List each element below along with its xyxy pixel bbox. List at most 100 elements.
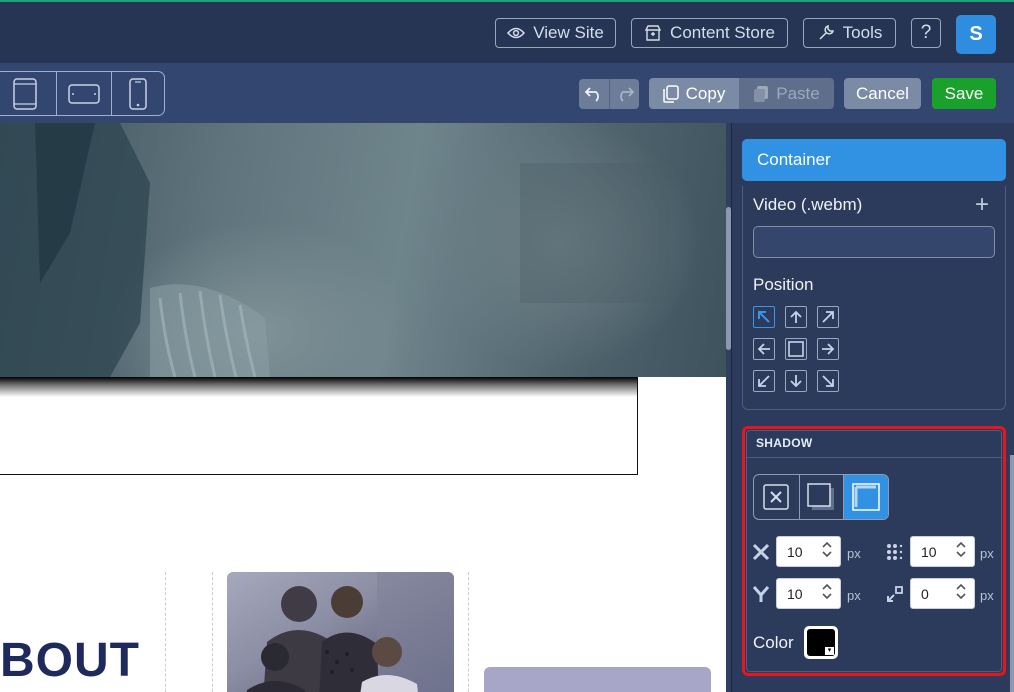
avatar-initial: S: [969, 23, 983, 45]
position-bottom-right-button[interactable]: [817, 370, 839, 392]
position-top-left-button[interactable]: [753, 306, 775, 328]
cancel-button[interactable]: Cancel: [844, 78, 921, 109]
content-store-button[interactable]: Content Store: [631, 18, 788, 48]
y-offset-icon: [751, 584, 771, 604]
tablet-landscape-icon: [68, 83, 100, 104]
help-button[interactable]: ?: [911, 18, 941, 48]
chevron-up-icon: [822, 542, 832, 548]
position-center-button[interactable]: [785, 338, 807, 360]
redo-button[interactable]: [609, 79, 639, 109]
shadow-x-stepper[interactable]: [822, 542, 832, 557]
video-url-input[interactable]: [753, 226, 995, 258]
redo-icon: [619, 87, 634, 102]
content-card[interactable]: [484, 667, 711, 692]
shadow-none-button[interactable]: [754, 475, 799, 519]
team-photo-image: [246, 572, 454, 692]
inner-shadow-icon: [852, 483, 880, 511]
divider: [747, 457, 1001, 458]
chevron-down-icon: [822, 551, 832, 557]
shadow-spread-input[interactable]: 0: [910, 578, 975, 609]
copy-label: Copy: [685, 83, 726, 103]
history-group: [579, 79, 639, 109]
square-icon: [788, 341, 804, 357]
device-tablet-portrait-button[interactable]: [0, 72, 56, 115]
shadow-x-input[interactable]: 10: [776, 536, 841, 567]
arrow-down-icon: [790, 375, 802, 388]
phone-icon: [129, 77, 147, 110]
arrow-down-right-icon: [822, 375, 834, 387]
shadow-inner-button[interactable]: [843, 475, 888, 519]
position-left-button[interactable]: [753, 338, 775, 360]
x-offset-icon: [751, 542, 771, 562]
shadowed-container[interactable]: [0, 377, 638, 475]
view-site-label: View Site: [533, 23, 604, 42]
shadow-blur-stepper[interactable]: [956, 542, 966, 557]
shadow-spread-value: 0: [921, 585, 929, 602]
paste-icon: [754, 85, 769, 102]
chevron-down-icon: [956, 593, 966, 599]
unit-label: px: [847, 546, 861, 561]
position-right-button[interactable]: [817, 338, 839, 360]
chevron-up-icon: [956, 584, 966, 590]
device-switcher: [0, 71, 165, 116]
device-phone-button[interactable]: [110, 72, 164, 115]
panel-title: Container: [757, 150, 831, 169]
chevron-up-icon: [956, 542, 966, 548]
close-box-icon: [763, 484, 790, 510]
page-preview[interactable]: BOUT: [0, 123, 726, 692]
undo-icon: [584, 87, 599, 102]
shadow-title: SHADOW: [756, 436, 813, 450]
outer-shadow-icon: [807, 483, 835, 510]
top-bar: View Site Content Store Tools ? S: [0, 0, 1014, 63]
about-heading[interactable]: BOUT: [0, 633, 140, 688]
tools-label: Tools: [842, 23, 883, 42]
undo-button[interactable]: [579, 79, 609, 109]
arrow-up-right-icon: [822, 311, 834, 323]
panel-header[interactable]: Container: [742, 139, 1006, 181]
paste-button[interactable]: Paste: [739, 78, 834, 109]
position-top-button[interactable]: [785, 306, 807, 328]
paste-label: Paste: [776, 83, 820, 103]
unit-label: px: [980, 588, 994, 603]
copy-button[interactable]: Copy: [649, 78, 739, 109]
position-label: Position: [753, 275, 814, 294]
team-photo[interactable]: [227, 572, 454, 692]
shadow-mode-switcher: [753, 474, 889, 520]
device-tablet-landscape-button[interactable]: [56, 72, 110, 115]
caret-down-icon: ▾: [825, 647, 834, 655]
position-bottom-left-button[interactable]: [753, 370, 775, 392]
view-site-button[interactable]: View Site: [495, 18, 616, 48]
chevron-down-icon: [822, 593, 832, 599]
spread-icon: [885, 584, 905, 604]
content-store-label: Content Store: [670, 23, 775, 42]
tools-button[interactable]: Tools: [803, 18, 896, 48]
shadow-color-picker[interactable]: ▾: [804, 626, 838, 659]
shadow-spread-stepper[interactable]: [956, 584, 966, 599]
arrow-up-left-icon: [758, 311, 770, 323]
copy-icon: [662, 84, 679, 103]
hero-image[interactable]: [0, 123, 726, 377]
save-label: Save: [944, 83, 984, 103]
position-bottom-button[interactable]: [785, 370, 807, 392]
shadow-blur-input[interactable]: 10: [910, 536, 975, 567]
unit-label: px: [980, 546, 994, 561]
position-top-right-button[interactable]: [817, 306, 839, 328]
avatar[interactable]: S: [956, 15, 996, 54]
shadow-y-stepper[interactable]: [822, 584, 832, 599]
arrow-left-icon: [757, 343, 770, 355]
video-label: Video (.webm): [753, 195, 863, 214]
blur-icon: [885, 542, 905, 562]
shadow-y-input[interactable]: 10: [776, 578, 841, 609]
unit-label: px: [847, 588, 861, 603]
add-video-button[interactable]: +: [975, 193, 989, 217]
save-button[interactable]: Save: [932, 78, 996, 109]
column-guide: [212, 572, 213, 692]
panel-scrollbar[interactable]: [1010, 455, 1014, 692]
chevron-up-icon: [822, 584, 832, 590]
shadow-y-value: 10: [787, 585, 803, 602]
arrow-right-icon: [822, 343, 835, 355]
shadow-outer-button[interactable]: [798, 475, 844, 519]
background-section: [742, 186, 1006, 410]
arrow-down-left-icon: [758, 375, 770, 387]
column-guide: [468, 572, 469, 692]
